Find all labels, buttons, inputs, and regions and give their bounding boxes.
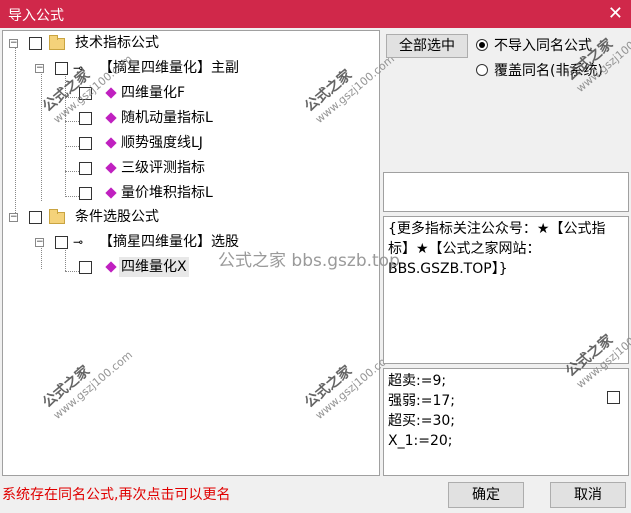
tree-group-indicators[interactable]: − 技术指标公式 [3, 33, 373, 53]
tree-item[interactable]: 顺势强度线LJ [3, 133, 373, 153]
description-text: {更多指标关注公众号：★【公式指标】★【公式之家网站：BBS.GSZB.TOP】… [388, 221, 606, 277]
tree-group-screening[interactable]: − 条件选股公式 [3, 207, 373, 227]
item-checkbox[interactable] [79, 162, 92, 175]
param-line: X_1:=20; [388, 433, 453, 449]
collapse-icon[interactable]: − [35, 64, 44, 73]
item-checkbox[interactable] [79, 112, 92, 125]
item-label: 四维量化X [119, 257, 189, 277]
collapse-icon[interactable]: − [35, 238, 44, 247]
formula-icon [105, 112, 117, 124]
tree-file-main[interactable]: − ⊸ 【摘星四维量化】主副 [3, 58, 373, 78]
folder-icon [49, 209, 65, 224]
skip-duplicates-radio[interactable] [476, 39, 488, 51]
window-title: 导入公式 [8, 8, 64, 24]
collapse-icon[interactable]: − [9, 39, 18, 48]
param-line: 超买:=30; [388, 413, 455, 429]
watermark-logo: 公式之家 www.gszj100.com [39, 348, 136, 422]
cancel-button[interactable]: 取消 [550, 482, 626, 508]
collapse-icon[interactable]: − [9, 213, 18, 222]
item-checkbox[interactable] [79, 187, 92, 200]
formula-icon [105, 261, 117, 273]
formula-icon [105, 187, 117, 199]
formula-icon [105, 87, 117, 99]
group-checkbox[interactable] [29, 37, 42, 50]
group-label: 条件选股公式 [75, 209, 159, 225]
formula-icon [105, 137, 117, 149]
select-all-button[interactable]: 全部选中 [386, 34, 468, 58]
params-checkbox[interactable] [607, 391, 620, 404]
item-label: 随机动量指标L [121, 110, 213, 126]
ok-button[interactable]: 确定 [448, 482, 524, 508]
file-checkbox[interactable] [55, 236, 68, 249]
item-checkbox[interactable] [79, 137, 92, 150]
watermark-center-text: 公式之家 bbs.gszb.top [218, 251, 400, 271]
item-label: 三级评测指标 [121, 160, 205, 176]
folder-icon [49, 35, 65, 50]
formula-icon [105, 162, 117, 174]
param-line: 强弱:=17; [388, 393, 455, 409]
key-icon: ⊸ [73, 235, 84, 249]
item-checkbox[interactable] [79, 261, 92, 274]
skip-duplicates-label[interactable]: 不导入同名公式 [494, 35, 592, 55]
title-bar: 导入公式 ✕ [0, 0, 631, 28]
item-label: 量价堆积指标L [121, 185, 213, 201]
tree-item[interactable]: 量价堆积指标L [3, 183, 373, 203]
item-label: 顺势强度线LJ [121, 135, 203, 151]
item-label: 四维量化F [121, 85, 186, 101]
params-box: 超卖:=9; 强弱:=17; 超买:=30; X_1:=20; [383, 368, 629, 476]
tree-item[interactable]: 三级评测指标 [3, 158, 373, 178]
group-checkbox[interactable] [29, 211, 42, 224]
empty-field[interactable] [383, 172, 629, 212]
overwrite-radio[interactable] [476, 64, 488, 76]
file-checkbox[interactable] [55, 62, 68, 75]
status-message: 系统存在同名公式,再次点击可以更名 [2, 487, 231, 503]
